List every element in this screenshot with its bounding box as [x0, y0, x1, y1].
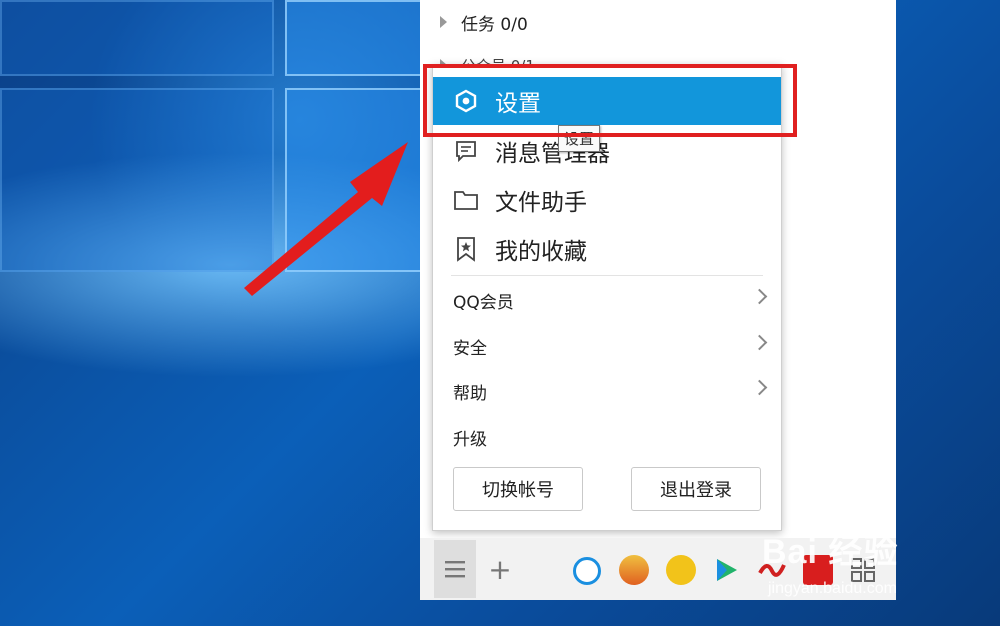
browser-icon[interactable]	[573, 557, 601, 585]
menu-item-security[interactable]: 安全	[433, 326, 781, 366]
menu-item-label: QQ会员	[453, 292, 514, 313]
qq-game-icon[interactable]	[619, 555, 649, 585]
menu-item-qq-vip[interactable]: QQ会员	[433, 280, 781, 320]
menu-item-label: 升级	[453, 429, 487, 450]
menu-item-label: 我的收藏	[495, 239, 587, 265]
red-arrow-annotation	[244, 142, 408, 296]
main-menu-icon	[445, 561, 465, 578]
highlight-box-annotation	[423, 64, 797, 137]
windows-logo-pane	[285, 0, 429, 76]
watermark-url: jingyan.baidu.com	[768, 580, 897, 597]
baidu-jingyan-watermark: Bai 经验 jingyan.baidu.com	[762, 518, 992, 608]
switch-account-button[interactable]: 切换帐号	[453, 467, 583, 511]
music-icon[interactable]	[666, 555, 696, 585]
menu-divider	[451, 275, 763, 276]
menu-item-file-assistant[interactable]: 文件助手	[433, 176, 781, 224]
menu-item-label: 帮助	[453, 383, 487, 404]
menu-item-upgrade[interactable]: 升级	[433, 417, 781, 457]
logout-button[interactable]: 退出登录	[631, 467, 761, 511]
message-icon	[453, 138, 479, 164]
menu-item-favorites[interactable]: 我的收藏	[433, 225, 781, 273]
video-play-icon[interactable]	[711, 555, 741, 585]
folder-icon	[453, 187, 479, 213]
chevron-right-icon	[751, 379, 768, 396]
bookmark-star-icon	[453, 236, 479, 262]
chevron-right-icon	[751, 288, 768, 305]
task-group-label: 任务 0/0	[461, 14, 528, 35]
windows-logo-pane	[0, 0, 274, 76]
contact-group-task[interactable]: 任务 0/0	[440, 8, 528, 36]
chevron-right-icon	[751, 334, 768, 351]
menu-item-label: 文件助手	[495, 190, 587, 216]
main-menu-button[interactable]	[434, 540, 476, 598]
menu-item-help[interactable]: 帮助	[433, 371, 781, 411]
add-icon[interactable]: +	[482, 549, 518, 589]
menu-item-label: 安全	[453, 338, 487, 359]
expand-triangle-icon	[440, 16, 447, 28]
watermark-title: Bai 经验	[762, 533, 899, 571]
